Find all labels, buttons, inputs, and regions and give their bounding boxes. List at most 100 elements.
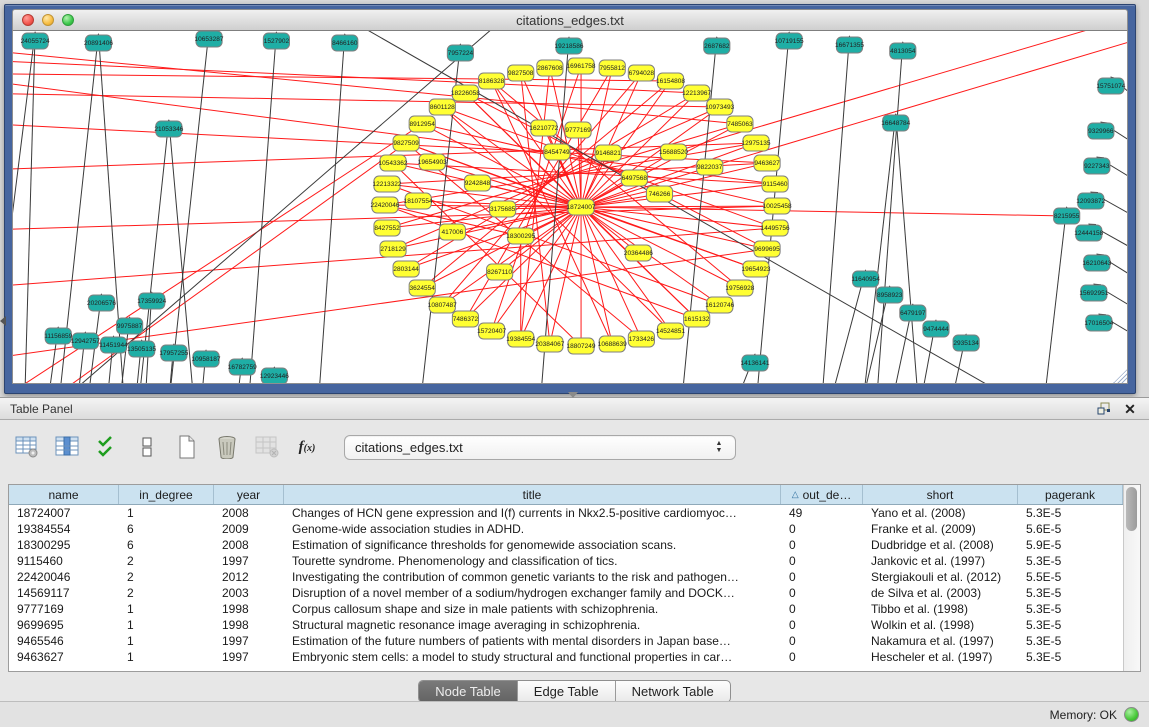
graph-node-label: 19384554	[506, 336, 535, 343]
show-columns-icon[interactable]	[54, 434, 80, 460]
table-cell: Estimation of significance thresholds fo…	[284, 537, 781, 553]
table-row[interactable]: 2242004622012Investigating the contribut…	[9, 569, 1123, 585]
graph-edge[interactable]	[164, 31, 209, 383]
graph-edge[interactable]	[581, 184, 775, 207]
table-row[interactable]: 946362711997Embryonic stem cells: a mode…	[9, 649, 1123, 665]
graph-edge[interactable]	[581, 207, 740, 288]
graph-node-label: 19654923	[742, 266, 771, 273]
graph-node-label: 11640954	[851, 276, 880, 283]
table-row[interactable]: 911546021997Tourette syndrome. Phenomeno…	[9, 553, 1123, 569]
graph-node-label: 2718129	[380, 246, 406, 253]
graph-edge[interactable]	[13, 41, 740, 124]
graph-node-label: 18724007	[567, 204, 596, 211]
tab-edge-table[interactable]: Edge Table	[518, 681, 616, 702]
graph-node-label: 16648784	[881, 120, 910, 127]
graph-node-label: 6479197	[900, 310, 926, 317]
table-cell: 1	[119, 505, 214, 521]
memory-status-label: Memory: OK	[1050, 708, 1117, 722]
graph-edge[interactable]	[710, 31, 1127, 167]
column-header-name[interactable]: name	[9, 485, 119, 504]
graph-node-label: 4813054	[890, 48, 916, 55]
table-source-select[interactable]: citations_edges.txt ▲▼	[344, 435, 736, 460]
network-canvas[interactable]: 1872400722420046122133221054336298275098…	[12, 31, 1128, 384]
graph-node-label: 9329966	[1088, 128, 1114, 135]
selection-mode-icon[interactable]	[94, 434, 120, 460]
close-window-button[interactable]	[22, 14, 34, 26]
table-row[interactable]: 1872400712008Changes of HCN gene express…	[9, 505, 1123, 521]
graph-node-label: 6497568	[622, 175, 648, 182]
graph-node-label: 8267110	[487, 269, 512, 276]
graph-edge[interactable]	[13, 91, 720, 107]
window-resize-grip[interactable]	[1113, 369, 1127, 383]
column-header-pagerank[interactable]: pagerank	[1018, 485, 1123, 504]
graph-edge[interactable]	[465, 207, 581, 319]
column-header-short[interactable]: short	[863, 485, 1018, 504]
graph-edge[interactable]	[23, 32, 35, 383]
row-height-icon[interactable]	[134, 434, 160, 460]
tab-node-table[interactable]: Node Table	[419, 681, 518, 702]
graph-node-label: 17016504	[1084, 320, 1113, 327]
memory-status-indicator	[1124, 707, 1139, 722]
column-header-year[interactable]: year	[214, 485, 284, 504]
graph-edge[interactable]	[817, 36, 849, 383]
graph-node-label: 2803144	[393, 266, 419, 273]
table-body: 1872400712008Changes of HCN gene express…	[9, 505, 1123, 665]
minimize-window-button[interactable]	[42, 14, 54, 26]
sidebar-collapse-arrow-icon[interactable]	[0, 316, 6, 326]
delete-table-icon[interactable]	[214, 434, 240, 460]
graph-edge[interactable]	[169, 120, 199, 383]
graph-edge[interactable]	[581, 73, 641, 207]
table-row[interactable]: 1456911722003Disruption of a novel membe…	[9, 585, 1123, 601]
scrollbar-thumb[interactable]	[1126, 487, 1137, 531]
graph-node-label: 10973493	[705, 104, 734, 111]
graph-edge[interactable]	[244, 32, 276, 383]
table-row[interactable]: 946554611997Estimation of the future num…	[9, 633, 1123, 649]
zoom-window-button[interactable]	[62, 14, 74, 26]
table-cell: 9699695	[9, 617, 119, 633]
graph-edge[interactable]	[442, 207, 581, 305]
network-canvas-svg[interactable]: 1872400722420046122133221054336298275098…	[13, 31, 1127, 383]
graph-node-label: 9242848	[465, 180, 491, 187]
table-cell: 1997	[214, 633, 284, 649]
close-panel-icon[interactable]: ✕	[1121, 401, 1139, 417]
combo-stepper-icon[interactable]: ▲▼	[709, 441, 729, 454]
graph-node-label: 10719155	[775, 38, 804, 45]
table-cell: 18724007	[9, 505, 119, 521]
graph-node-label: 14524851	[656, 328, 685, 335]
float-panel-icon[interactable]	[1095, 401, 1113, 417]
column-header-out_de[interactable]: △out_de…	[781, 485, 863, 504]
status-bar: Memory: OK	[0, 701, 1149, 727]
new-table-icon[interactable]	[174, 434, 200, 460]
graph-node-label: 24055724	[21, 38, 50, 45]
graph-node-label: 746266	[649, 191, 671, 198]
graph-edge[interactable]	[896, 114, 923, 383]
modify-table-icon[interactable]	[14, 434, 40, 460]
table-row[interactable]: 1938455462009Genome-wide association stu…	[9, 521, 1123, 537]
graph-edge[interactable]	[315, 34, 345, 383]
graph-node-label: 19654903	[418, 159, 447, 166]
graph-edge[interactable]	[581, 207, 612, 344]
splitter-handle-icon[interactable]	[568, 392, 578, 398]
window-titlebar[interactable]: citations_edges.txt	[12, 9, 1128, 31]
graph-node-label: 12975135	[742, 140, 771, 147]
table-row[interactable]: 1830029562008Estimation of significance …	[9, 537, 1123, 553]
table-row[interactable]: 977716911998Corpus callosum shape and si…	[9, 601, 1123, 617]
graph-node-label: 7957224	[448, 50, 474, 57]
graph-node-label: 8958923	[877, 292, 903, 299]
tab-network-table[interactable]: Network Table	[616, 681, 730, 702]
vertical-scrollbar[interactable]	[1123, 485, 1140, 671]
graph-node-label: 9699695	[754, 246, 780, 253]
column-header-title[interactable]: title	[284, 485, 781, 504]
table-toolbar: f(x) citations_edges.txt ▲▼	[14, 432, 1149, 462]
graph-node-label: 3175685	[490, 206, 516, 213]
graph-edge[interactable]	[13, 228, 775, 291]
table-cell: Jankovic et al. (1997)	[863, 553, 1018, 569]
graph-edge[interactable]	[1039, 207, 1067, 383]
table-row[interactable]: 969969511998Structural magnetic resonanc…	[9, 617, 1123, 633]
graph-node-label: 7955812	[600, 65, 626, 72]
function-builder-icon[interactable]: f(x)	[294, 434, 320, 460]
table-cell: 5.3E-5	[1018, 553, 1123, 569]
column-header-in_degree[interactable]: in_degree	[119, 485, 214, 504]
table-cell: 22420046	[9, 569, 119, 585]
graph-node-label: 8912954	[410, 121, 436, 128]
